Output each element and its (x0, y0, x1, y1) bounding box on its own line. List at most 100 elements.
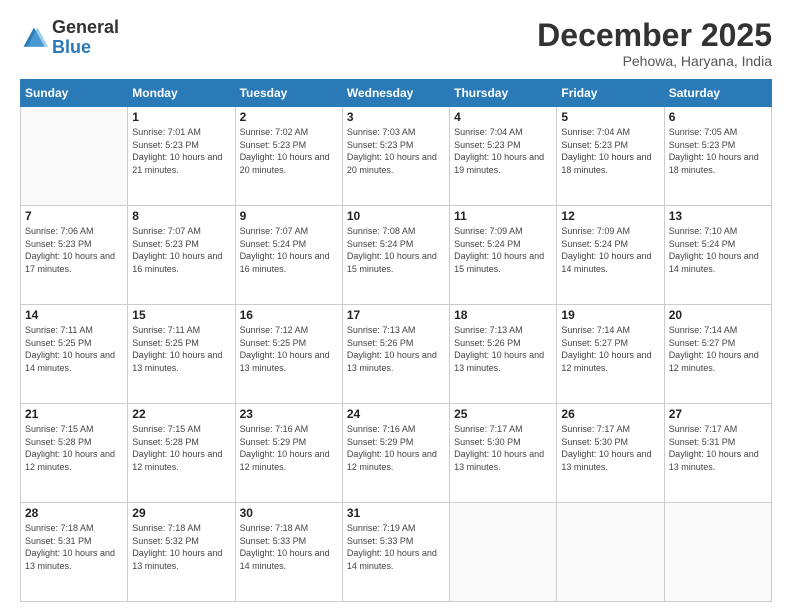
day-cell: 28 Sunrise: 7:18 AM Sunset: 5:31 PM Dayli… (21, 503, 128, 602)
day-info: Sunrise: 7:17 AM Sunset: 5:31 PM Dayligh… (669, 423, 767, 473)
calendar-title: December 2025 (537, 18, 772, 53)
weekday-header-monday: Monday (128, 80, 235, 107)
day-info: Sunrise: 7:07 AM Sunset: 5:23 PM Dayligh… (132, 225, 230, 275)
day-cell: 16 Sunrise: 7:12 AM Sunset: 5:25 PM Dayli… (235, 305, 342, 404)
day-number: 31 (347, 506, 445, 520)
day-info: Sunrise: 7:14 AM Sunset: 5:27 PM Dayligh… (561, 324, 659, 374)
weekday-header-tuesday: Tuesday (235, 80, 342, 107)
day-number: 22 (132, 407, 230, 421)
day-cell: 19 Sunrise: 7:14 AM Sunset: 5:27 PM Dayli… (557, 305, 664, 404)
day-info: Sunrise: 7:05 AM Sunset: 5:23 PM Dayligh… (669, 126, 767, 176)
week-row-3: 14 Sunrise: 7:11 AM Sunset: 5:25 PM Dayli… (21, 305, 772, 404)
day-cell: 25 Sunrise: 7:17 AM Sunset: 5:30 PM Dayli… (450, 404, 557, 503)
week-row-2: 7Sunrise: 7:06 AM Sunset: 5:23 PM Daylig… (21, 206, 772, 305)
title-block: December 2025 Pehowa, Haryana, India (537, 18, 772, 69)
day-number: 2 (240, 110, 338, 124)
day-info: Sunrise: 7:08 AM Sunset: 5:24 PM Dayligh… (347, 225, 445, 275)
day-info: Sunrise: 7:11 AM Sunset: 5:25 PM Dayligh… (132, 324, 230, 374)
day-cell: 21 Sunrise: 7:15 AM Sunset: 5:28 PM Dayli… (21, 404, 128, 503)
day-number: 6 (669, 110, 767, 124)
weekday-header-row: SundayMondayTuesdayWednesdayThursdayFrid… (21, 80, 772, 107)
day-info: Sunrise: 7:17 AM Sunset: 5:30 PM Dayligh… (454, 423, 552, 473)
day-cell: 31Sunrise: 7:19 AM Sunset: 5:33 PM Dayli… (342, 503, 449, 602)
day-number: 4 (454, 110, 552, 124)
day-info: Sunrise: 7:16 AM Sunset: 5:29 PM Dayligh… (240, 423, 338, 473)
day-cell: 30 Sunrise: 7:18 AM Sunset: 5:33 PM Dayli… (235, 503, 342, 602)
day-cell (21, 107, 128, 206)
day-cell: 27Sunrise: 7:17 AM Sunset: 5:31 PM Dayli… (664, 404, 771, 503)
day-number: 10 (347, 209, 445, 223)
day-info: Sunrise: 7:10 AM Sunset: 5:24 PM Dayligh… (669, 225, 767, 275)
day-number: 19 (561, 308, 659, 322)
day-cell: 4 Sunrise: 7:04 AM Sunset: 5:23 PM Daylig… (450, 107, 557, 206)
day-number: 20 (669, 308, 767, 322)
day-cell: 1Sunrise: 7:01 AM Sunset: 5:23 PM Daylig… (128, 107, 235, 206)
day-cell: 2 Sunrise: 7:02 AM Sunset: 5:23 PM Daylig… (235, 107, 342, 206)
logo-blue: Blue (52, 38, 119, 58)
day-cell: 20 Sunrise: 7:14 AM Sunset: 5:27 PM Dayli… (664, 305, 771, 404)
day-cell: 10 Sunrise: 7:08 AM Sunset: 5:24 PM Dayli… (342, 206, 449, 305)
day-info: Sunrise: 7:15 AM Sunset: 5:28 PM Dayligh… (25, 423, 123, 473)
week-row-5: 28 Sunrise: 7:18 AM Sunset: 5:31 PM Dayli… (21, 503, 772, 602)
day-info: Sunrise: 7:04 AM Sunset: 5:23 PM Dayligh… (454, 126, 552, 176)
day-number: 29 (132, 506, 230, 520)
day-number: 25 (454, 407, 552, 421)
day-cell: 7Sunrise: 7:06 AM Sunset: 5:23 PM Daylig… (21, 206, 128, 305)
day-info: Sunrise: 7:18 AM Sunset: 5:31 PM Dayligh… (25, 522, 123, 572)
calendar-table: SundayMondayTuesdayWednesdayThursdayFrid… (20, 79, 772, 602)
day-number: 8 (132, 209, 230, 223)
day-cell: 24 Sunrise: 7:16 AM Sunset: 5:29 PM Dayli… (342, 404, 449, 503)
day-number: 15 (132, 308, 230, 322)
day-cell: 3 Sunrise: 7:03 AM Sunset: 5:23 PM Daylig… (342, 107, 449, 206)
day-number: 3 (347, 110, 445, 124)
day-cell (664, 503, 771, 602)
weekday-header-friday: Friday (557, 80, 664, 107)
day-info: Sunrise: 7:12 AM Sunset: 5:25 PM Dayligh… (240, 324, 338, 374)
day-cell: 18 Sunrise: 7:13 AM Sunset: 5:26 PM Dayli… (450, 305, 557, 404)
day-number: 30 (240, 506, 338, 520)
day-info: Sunrise: 7:14 AM Sunset: 5:27 PM Dayligh… (669, 324, 767, 374)
day-info: Sunrise: 7:18 AM Sunset: 5:33 PM Dayligh… (240, 522, 338, 572)
day-cell: 15 Sunrise: 7:11 AM Sunset: 5:25 PM Dayli… (128, 305, 235, 404)
day-number: 21 (25, 407, 123, 421)
weekday-header-thursday: Thursday (450, 80, 557, 107)
day-info: Sunrise: 7:09 AM Sunset: 5:24 PM Dayligh… (561, 225, 659, 275)
day-cell: 22Sunrise: 7:15 AM Sunset: 5:28 PM Dayli… (128, 404, 235, 503)
day-info: Sunrise: 7:18 AM Sunset: 5:32 PM Dayligh… (132, 522, 230, 572)
day-cell: 11Sunrise: 7:09 AM Sunset: 5:24 PM Dayli… (450, 206, 557, 305)
day-cell: 12Sunrise: 7:09 AM Sunset: 5:24 PM Dayli… (557, 206, 664, 305)
day-info: Sunrise: 7:13 AM Sunset: 5:26 PM Dayligh… (454, 324, 552, 374)
day-cell: 6 Sunrise: 7:05 AM Sunset: 5:23 PM Daylig… (664, 107, 771, 206)
day-number: 14 (25, 308, 123, 322)
day-info: Sunrise: 7:07 AM Sunset: 5:24 PM Dayligh… (240, 225, 338, 275)
day-cell: 8 Sunrise: 7:07 AM Sunset: 5:23 PM Daylig… (128, 206, 235, 305)
day-info: Sunrise: 7:03 AM Sunset: 5:23 PM Dayligh… (347, 126, 445, 176)
logo-text: General Blue (52, 18, 119, 58)
day-info: Sunrise: 7:02 AM Sunset: 5:23 PM Dayligh… (240, 126, 338, 176)
day-info: Sunrise: 7:04 AM Sunset: 5:23 PM Dayligh… (561, 126, 659, 176)
day-number: 16 (240, 308, 338, 322)
day-number: 9 (240, 209, 338, 223)
day-cell (557, 503, 664, 602)
day-number: 26 (561, 407, 659, 421)
day-number: 28 (25, 506, 123, 520)
logo-icon (20, 24, 48, 52)
day-number: 18 (454, 308, 552, 322)
day-number: 7 (25, 209, 123, 223)
week-row-1: 1Sunrise: 7:01 AM Sunset: 5:23 PM Daylig… (21, 107, 772, 206)
day-info: Sunrise: 7:13 AM Sunset: 5:26 PM Dayligh… (347, 324, 445, 374)
day-cell: 17Sunrise: 7:13 AM Sunset: 5:26 PM Dayli… (342, 305, 449, 404)
day-number: 1 (132, 110, 230, 124)
day-cell: 13Sunrise: 7:10 AM Sunset: 5:24 PM Dayli… (664, 206, 771, 305)
day-info: Sunrise: 7:09 AM Sunset: 5:24 PM Dayligh… (454, 225, 552, 275)
day-info: Sunrise: 7:16 AM Sunset: 5:29 PM Dayligh… (347, 423, 445, 473)
day-cell: 14Sunrise: 7:11 AM Sunset: 5:25 PM Dayli… (21, 305, 128, 404)
weekday-header-sunday: Sunday (21, 80, 128, 107)
day-number: 23 (240, 407, 338, 421)
weekday-header-saturday: Saturday (664, 80, 771, 107)
day-info: Sunrise: 7:17 AM Sunset: 5:30 PM Dayligh… (561, 423, 659, 473)
day-number: 24 (347, 407, 445, 421)
calendar-subtitle: Pehowa, Haryana, India (537, 53, 772, 69)
day-cell (450, 503, 557, 602)
day-cell: 26 Sunrise: 7:17 AM Sunset: 5:30 PM Dayli… (557, 404, 664, 503)
